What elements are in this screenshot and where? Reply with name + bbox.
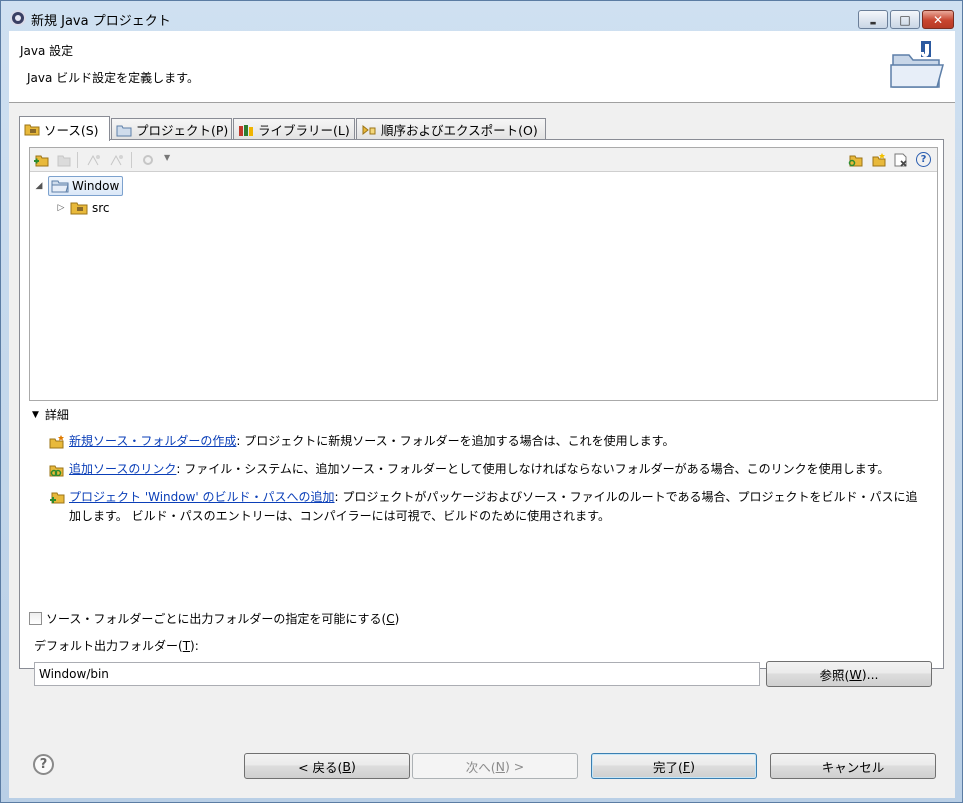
link-additional-source-link[interactable]: 追加ソースのリンク (69, 462, 176, 476)
tab-order-export-label: 順序およびエクスポート(O) (381, 123, 538, 138)
detail-add-build-path: プロジェクト 'Window' のビルド・パスへの追加: プロジェクトがパッケー… (49, 488, 929, 526)
order-export-icon (362, 124, 376, 135)
minimize-button[interactable]: ▬ (858, 10, 888, 29)
tab-projects[interactable]: プロジェクト(P) (111, 118, 232, 140)
dialog-client: Java 設定 Java ビルド設定を定義します。 ソース(S) プロジェクト(… (9, 31, 955, 798)
tree-item-selection[interactable]: Window (48, 176, 124, 196)
output-folder-checkbox[interactable] (29, 612, 42, 625)
title-bar[interactable]: 新規 Java プロジェクト ▬ □ ✕ (1, 1, 962, 33)
close-icon: ✕ (932, 12, 944, 27)
page-description: Java ビルド設定を定義します。 (27, 71, 199, 85)
dialog-window: 新規 Java プロジェクト ▬ □ ✕ Java 設定 Java ビルド設定を… (0, 0, 963, 803)
finish-button[interactable]: 完了(F) (591, 753, 757, 779)
tree-toolbar: ▼ ? (30, 148, 937, 172)
detail-text: : ファイル・システムに、追加ソース・フォルダーとして使用しなければならないフォ… (176, 462, 890, 476)
tree-item-src[interactable]: ▷ src (56, 198, 110, 218)
maximize-icon: □ (899, 12, 911, 27)
project-folder-icon (116, 125, 132, 136)
exclude-filter-icon[interactable] (109, 152, 125, 168)
tab-source-label: ソース(S) (44, 122, 99, 138)
toolbar-separator (131, 152, 132, 168)
help-icon[interactable]: ? (33, 754, 54, 775)
window-title: 新規 Java プロジェクト (31, 14, 171, 29)
new-source-folder-icon (49, 435, 64, 449)
minimize-icon: ▬ (869, 18, 877, 27)
detail-link-source: 追加ソースのリンク: ファイル・システムに、追加ソース・フォルダーとして使用しな… (49, 460, 929, 479)
library-icon (239, 124, 253, 136)
detail-text: : プロジェクトに新規ソース・フォルダーを追加する場合は、これを使用します。 (236, 434, 675, 448)
java-project-folder-icon (890, 41, 944, 88)
configure-icon[interactable] (140, 152, 156, 168)
default-output-folder-label: デフォルト出力フォルダー(T): (34, 639, 199, 653)
tree-src-label: src (92, 201, 110, 215)
close-button[interactable]: ✕ (922, 10, 954, 29)
tab-order-export[interactable]: 順序およびエクスポート(O) (356, 118, 546, 140)
details-heading: 詳細 (44, 408, 69, 422)
remove-icon[interactable] (893, 152, 909, 168)
back-button[interactable]: < 戻る(B) (244, 753, 410, 779)
eclipse-app-icon (10, 10, 26, 26)
link-source-icon[interactable] (847, 152, 863, 168)
next-button[interactable]: 次へ(N) > (412, 753, 578, 779)
output-folder-per-source-option[interactable]: ソース・フォルダーごとに出力フォルダーの指定を可能にする(C) (29, 610, 399, 627)
tab-libraries-label: ライブラリー(L) (258, 123, 350, 138)
output-folder-checkbox-label[interactable]: ソース・フォルダーごとに出力フォルダーの指定を可能にする(C) (46, 610, 399, 627)
source-folder-icon (24, 124, 40, 136)
create-source-folder-link[interactable]: 新規ソース・フォルダーの作成 (69, 434, 236, 448)
include-filter-icon[interactable] (86, 152, 102, 168)
maximize-button[interactable]: □ (890, 10, 920, 29)
link-source-icon (49, 465, 64, 477)
browse-button[interactable]: 参照(W)... (766, 661, 932, 687)
page-title: Java 設定 (20, 44, 74, 58)
project-folder-icon (51, 180, 69, 193)
new-source-folder-icon[interactable] (870, 152, 886, 168)
source-tree-box: ▼ ? ◢ Window ▷ src (29, 147, 938, 401)
chevron-down-icon[interactable]: ▼ (164, 153, 170, 162)
tab-libraries[interactable]: ライブラリー(L) (233, 118, 355, 140)
details-expand-icon[interactable]: ▼ (32, 410, 39, 420)
toolbar-separator (77, 152, 78, 168)
wizard-header: Java 設定 Java ビルド設定を定義します。 (9, 31, 955, 103)
add-folder-icon[interactable] (33, 152, 49, 168)
tree-project-label: Window (72, 179, 120, 193)
link-folder-icon[interactable] (55, 152, 71, 168)
source-folder-icon (70, 202, 88, 215)
add-to-build-path-icon (50, 492, 65, 504)
help-icon[interactable]: ? (916, 152, 931, 167)
default-output-folder-input[interactable] (34, 662, 760, 686)
details-toggle[interactable]: ▼ 詳細 (32, 406, 69, 423)
cancel-button[interactable]: キャンセル (770, 753, 936, 779)
tab-projects-label: プロジェクト(P) (136, 123, 229, 138)
tab-source[interactable]: ソース(S) (19, 116, 110, 141)
collapse-arrow-icon[interactable]: ◢ (34, 181, 44, 191)
add-project-to-build-path-link[interactable]: プロジェクト 'Window' のビルド・パスへの追加 (69, 490, 335, 504)
expand-arrow-icon[interactable]: ▷ (56, 203, 66, 213)
tree-item-project[interactable]: ◢ Window (34, 176, 124, 196)
source-tab-panel: ▼ ? ◢ Window ▷ src ▼ 詳細 新規ソース・フォルダーの作成: … (19, 139, 944, 687)
detail-new-source-folder: 新規ソース・フォルダーの作成: プロジェクトに新規ソース・フォルダーを追加する場… (49, 432, 929, 451)
